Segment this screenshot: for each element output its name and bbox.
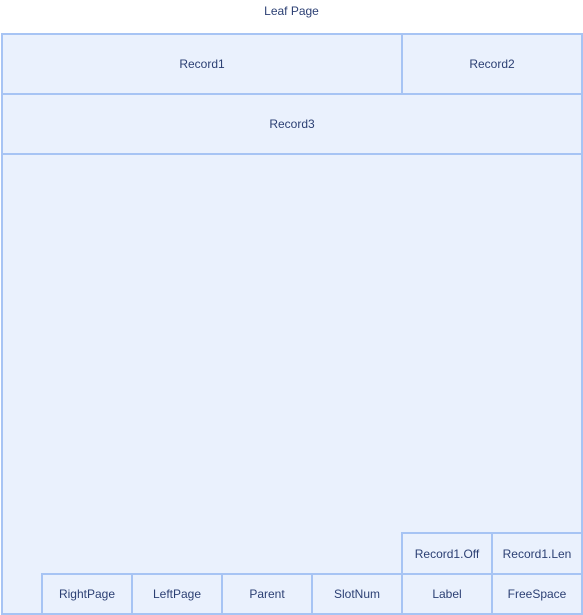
record1-box: Record1: [1, 33, 403, 95]
record2-label: Record2: [469, 57, 515, 71]
right-page-box: RightPage: [41, 573, 133, 615]
record2-box: Record2: [401, 33, 583, 95]
label-label: Label: [432, 587, 462, 601]
parent-label: Parent: [249, 587, 285, 601]
slot-num-box: SlotNum: [311, 573, 403, 615]
record3-box: Record3: [1, 93, 583, 155]
record3-label: Record3: [269, 117, 315, 131]
record1-len-label: Record1.Len: [502, 546, 572, 561]
record1-off-label: Record1.Off: [414, 546, 480, 561]
label-box: Label: [401, 573, 493, 615]
free-space-label: FreeSpace: [507, 587, 567, 601]
record1-len-box: Record1.Len: [491, 532, 583, 575]
slot-num-label: SlotNum: [333, 587, 380, 601]
record1-off-box: Record1.Off: [401, 532, 493, 575]
left-page-box: LeftPage: [131, 573, 223, 615]
left-page-label: LeftPage: [152, 587, 202, 601]
free-space-box: FreeSpace: [491, 573, 583, 615]
record1-label: Record1: [179, 57, 225, 71]
diagram-title: Leaf Page: [264, 4, 319, 18]
parent-box: Parent: [221, 573, 313, 615]
right-page-label: RightPage: [58, 587, 116, 601]
